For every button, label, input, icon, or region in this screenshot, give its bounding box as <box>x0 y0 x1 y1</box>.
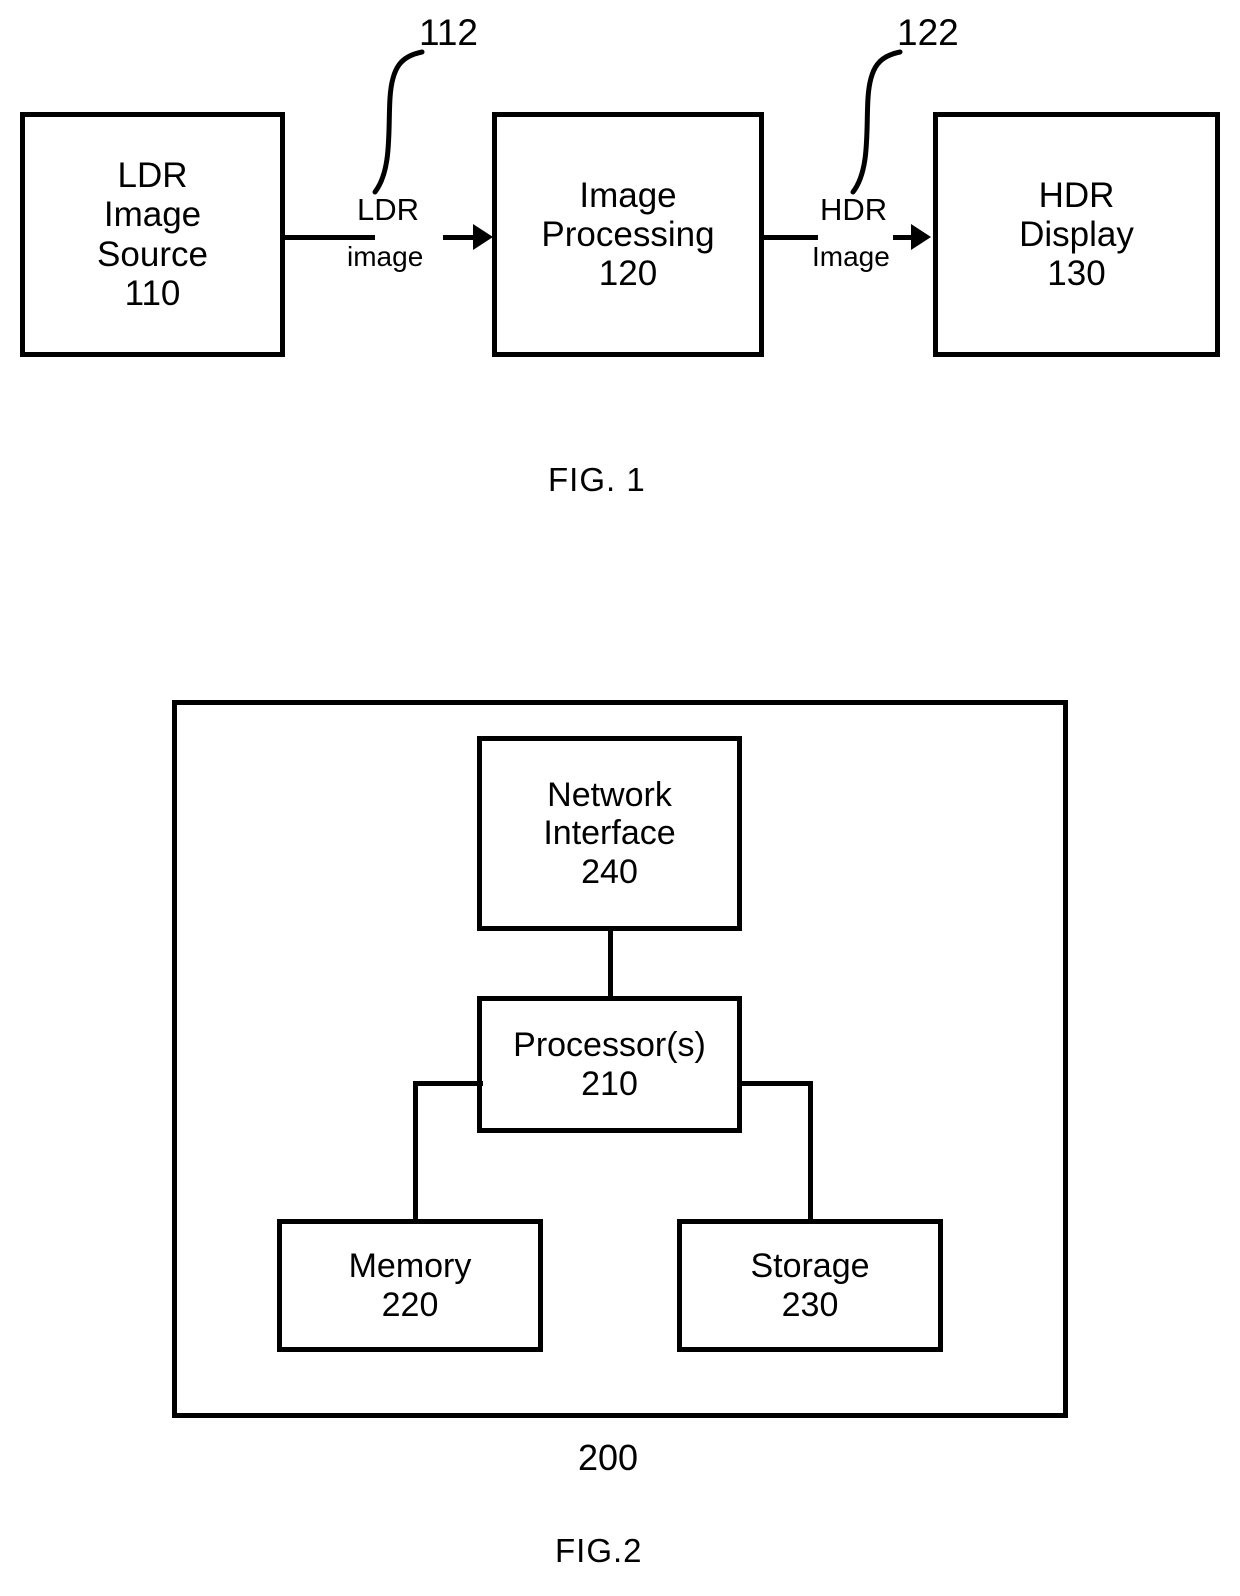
block-storage-line-0: Storage <box>750 1247 870 1286</box>
patent-figure-sheet: LDR Image Source 110 Image Processing 12… <box>0 0 1240 1596</box>
block-network-interface-line-2: 240 <box>581 852 638 891</box>
connector-processor-to-storage-vertical <box>808 1081 813 1223</box>
block-storage: Storage 230 <box>677 1219 943 1352</box>
connector-processor-to-memory-vertical <box>413 1081 418 1223</box>
figure-2: Network Interface 240 Processor(s) 210 M… <box>0 0 1240 1596</box>
block-processors-line-0: Processor(s) <box>513 1026 706 1065</box>
connector-network-to-processor <box>608 929 613 998</box>
block-network-interface-line-1: Interface <box>543 814 676 853</box>
system-ref-200: 200 <box>578 1437 639 1478</box>
block-network-interface: Network Interface 240 <box>477 736 742 931</box>
figure-2-caption: FIG.2 <box>555 1532 643 1569</box>
block-processors-line-1: 210 <box>581 1064 638 1103</box>
block-memory-line-0: Memory <box>348 1247 472 1286</box>
block-memory: Memory 220 <box>277 1219 543 1352</box>
block-memory-line-1: 220 <box>381 1285 439 1324</box>
block-network-interface-line-0: Network <box>547 776 672 815</box>
connector-processor-to-storage-horizontal <box>737 1081 813 1086</box>
block-processors: Processor(s) 210 <box>477 996 742 1133</box>
block-storage-line-1: 230 <box>781 1285 839 1324</box>
connector-processor-to-memory-horizontal <box>413 1081 483 1086</box>
